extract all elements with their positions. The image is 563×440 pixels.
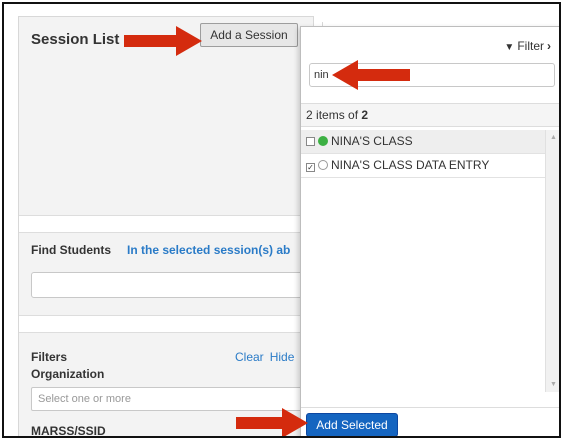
checkbox-checked[interactable]: ✓	[306, 163, 315, 172]
chevron-right-icon: ›	[547, 39, 551, 53]
session-list-title: Session List	[31, 31, 120, 48]
list-scrollbar[interactable]: ▲ ▼	[545, 130, 559, 392]
selected-sessions-link[interactable]: In the selected session(s) ab	[127, 243, 290, 257]
arrow-to-add-session-icon	[124, 26, 202, 56]
list-item[interactable]: ✓ NINA'S CLASS DATA ENTRY	[301, 154, 545, 178]
screenshot-frame: Session List Add a Session Find Students…	[2, 2, 561, 438]
item-count: 2 items of 2	[301, 103, 559, 127]
funnel-icon: ▼	[504, 42, 515, 53]
section-divider	[19, 315, 313, 333]
session-name: NINA'S CLASS DATA ENTRY	[331, 158, 490, 172]
session-results-list: NINA'S CLASS ✓ NINA'S CLASS DATA ENTRY	[301, 130, 545, 410]
filters-title: Filters	[31, 350, 68, 364]
count-shown: 2	[306, 108, 313, 122]
add-session-button[interactable]: Add a Session	[200, 23, 298, 47]
hide-filters-link[interactable]: Hide	[270, 350, 295, 364]
find-students-input[interactable]	[31, 272, 315, 298]
count-middle: items of	[316, 108, 359, 122]
organization-label: Organization	[31, 367, 105, 381]
section-divider	[19, 215, 313, 233]
clear-filters-link[interactable]: Clear	[235, 350, 264, 364]
filter-actions: Clear Hide	[235, 350, 294, 364]
session-panel: Session List Add a Session Find Students…	[18, 16, 315, 438]
marss-ssid-label: MARSS/SSID	[31, 424, 106, 438]
checkbox[interactable]	[306, 137, 315, 146]
scroll-down-icon[interactable]: ▼	[550, 381, 557, 388]
add-selected-button[interactable]: Add Selected	[306, 413, 398, 436]
arrow-to-search-input-icon	[332, 60, 410, 90]
find-students-label: Find Students	[31, 243, 111, 257]
arrow-to-add-selected-icon	[236, 408, 308, 436]
session-name: NINA'S CLASS	[331, 134, 413, 148]
list-item[interactable]: NINA'S CLASS	[301, 130, 545, 154]
filter-label: Filter	[517, 39, 544, 53]
find-students-row: Find Students In the selected session(s) …	[31, 243, 290, 257]
count-total: 2	[361, 108, 369, 122]
status-dot-icon	[318, 136, 328, 146]
scroll-up-icon[interactable]: ▲	[550, 134, 557, 141]
filter-toggle[interactable]: ▼ Filter ›	[504, 39, 551, 53]
status-dot-icon	[318, 160, 328, 170]
popup-footer: Add Selected	[301, 407, 559, 436]
